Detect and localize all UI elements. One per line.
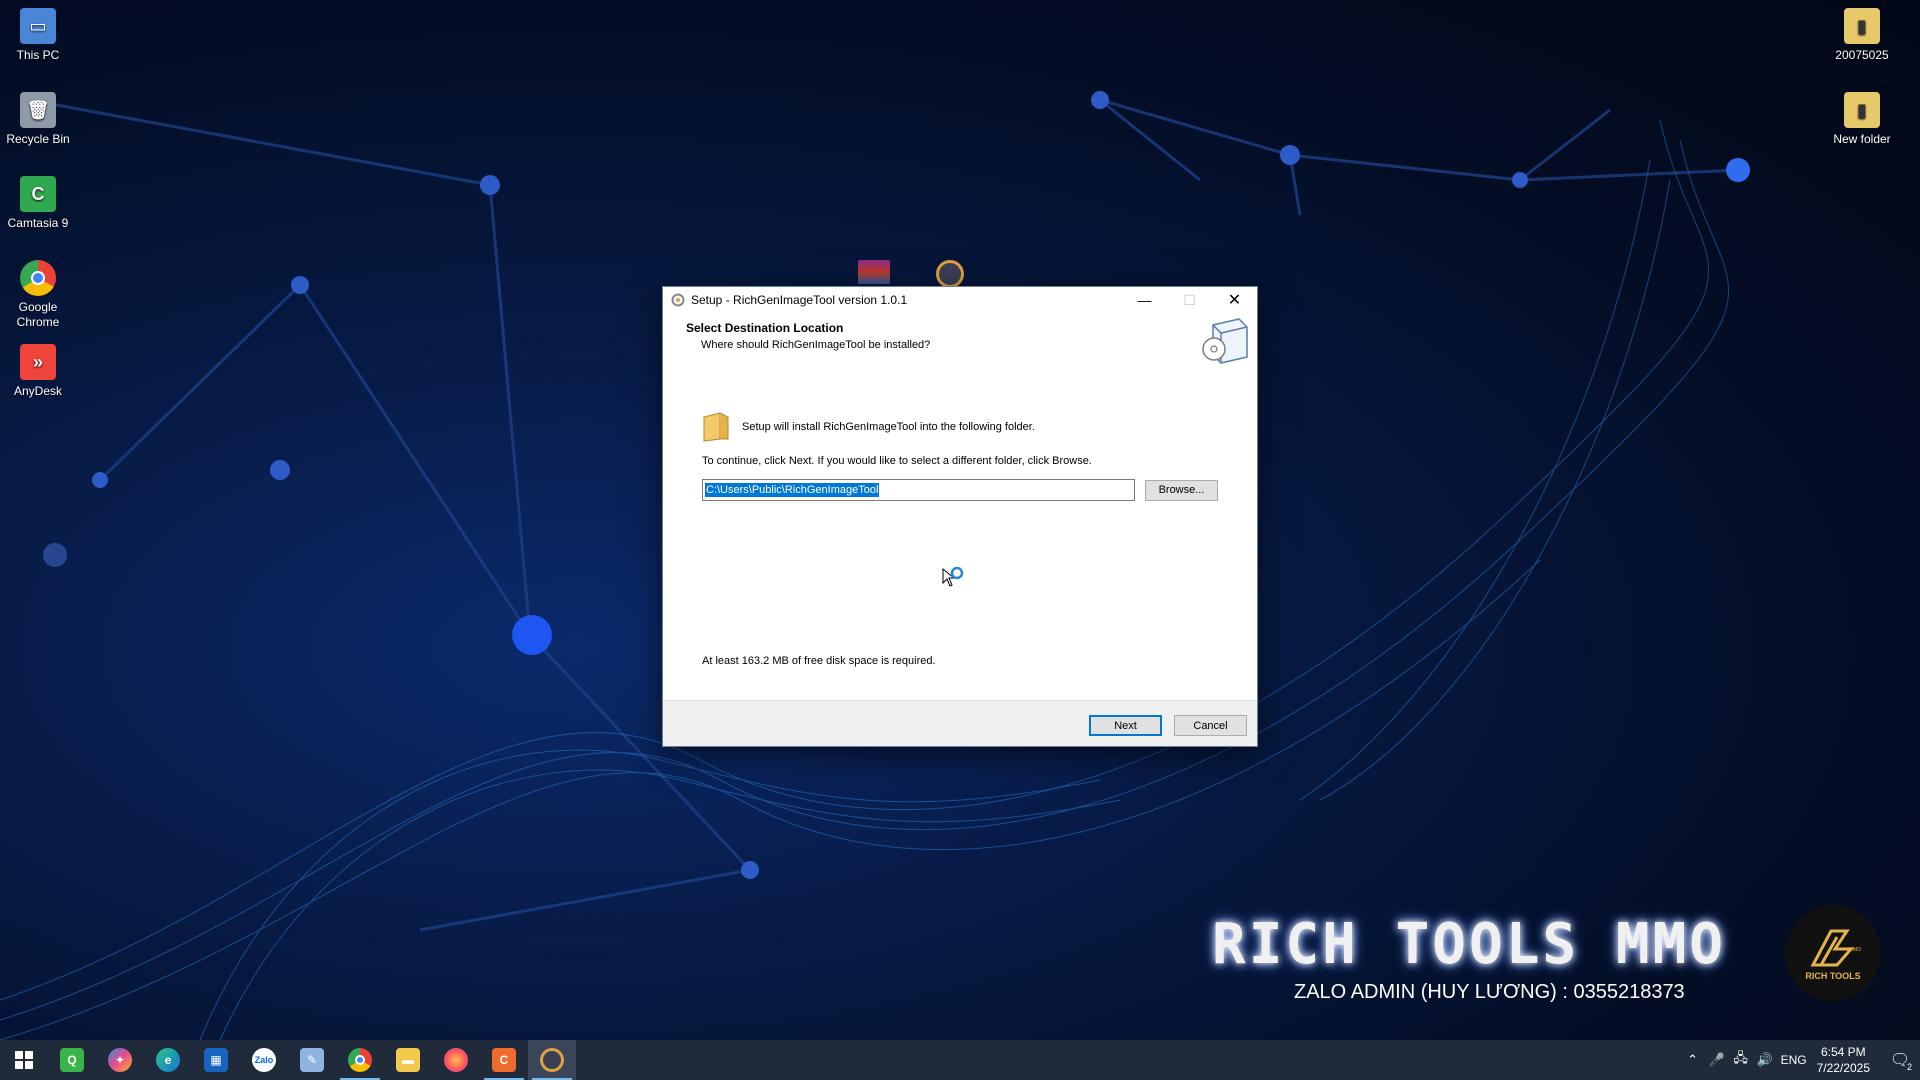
taskbar-camtasia[interactable]: C: [480, 1040, 528, 1080]
desktop-icon-this-pc[interactable]: ▭ This PC: [0, 8, 76, 63]
taskbar-edge[interactable]: e: [144, 1040, 192, 1080]
page-subtitle: Where should RichGenImageTool be install…: [701, 339, 931, 351]
desktop-icon-camtasia[interactable]: C Camtasia 9: [0, 176, 76, 231]
next-button[interactable]: Next: [1089, 715, 1162, 736]
continue-instructions: To continue, click Next. If you would li…: [702, 455, 1092, 467]
folder-icon: [703, 412, 729, 442]
desktop-icon-label: Google Chrome: [16, 300, 60, 329]
clock-date: 7/22/2025: [1816, 1061, 1870, 1075]
taskbar-chrome[interactable]: [336, 1040, 384, 1080]
disk-space-text: At least 163.2 MB of free disk space is …: [702, 655, 936, 667]
cancel-button[interactable]: Cancel: [1174, 715, 1247, 736]
wizard-body: Setup will install RichGenImageTool into…: [663, 381, 1257, 679]
destination-path-input[interactable]: C:\Users\Public\RichGenImageTool: [702, 479, 1135, 501]
network-icon[interactable]: 🖧: [1729, 1049, 1753, 1071]
desktop-icon-recycle-bin[interactable]: 🗑 Recycle Bin: [0, 92, 76, 147]
setup-icon[interactable]: [936, 260, 964, 288]
file-explorer-icon: ▬: [396, 1048, 420, 1072]
setup-icon: [540, 1048, 564, 1072]
desktop-icon-label: New folder: [1833, 132, 1891, 146]
desktop-icon-label: This PC: [16, 48, 60, 62]
taskbar-zalo[interactable]: Zalo: [240, 1040, 288, 1080]
this-pc-icon: ▭: [20, 8, 56, 44]
contact-watermark: ZALO ADMIN (HUY LƯƠNG) : 0355218373: [1294, 981, 1685, 1003]
language-indicator[interactable]: ENG: [1777, 1053, 1811, 1067]
desktop-icon-label: AnyDesk: [13, 384, 63, 398]
window-title: Setup - RichGenImageTool version 1.0.1: [691, 293, 908, 307]
rich-tools-logo: RICH TOOLS MMO: [1785, 905, 1881, 1001]
clock-time: 6:54 PM: [1820, 1045, 1866, 1059]
wizard-header: Select Destination Location Where should…: [663, 313, 1257, 381]
taskbar-notepad[interactable]: ✎: [288, 1040, 336, 1080]
close-button[interactable]: ✕: [1212, 287, 1257, 313]
desktop-icon-anydesk[interactable]: » AnyDesk: [0, 344, 76, 399]
desktop-icon-new-folder[interactable]: ▮ New folder: [1824, 92, 1900, 147]
desktop-icon-label: 20075025: [1835, 48, 1889, 62]
minimize-button[interactable]: —: [1122, 287, 1167, 313]
busy-cursor-icon: [942, 567, 964, 587]
recycle-bin-icon: 🗑: [20, 92, 56, 128]
browse-button[interactable]: Browse...: [1145, 479, 1218, 501]
brand-watermark: RICH TOOLS MMO: [1212, 912, 1727, 977]
setup-dialog: Setup - RichGenImageTool version 1.0.1 —…: [662, 286, 1258, 747]
maximize-button: ☐: [1183, 291, 1196, 308]
logo-small-text: MMO: [1848, 947, 1861, 953]
taskbar-firefox[interactable]: [432, 1040, 480, 1080]
chevron-up-icon[interactable]: ⌃: [1681, 1052, 1705, 1068]
clock[interactable]: 6:54 PM 7/22/2025: [1817, 1044, 1870, 1076]
notification-count-badge: 2: [1906, 1062, 1912, 1072]
title-bar[interactable]: Setup - RichGenImageTool version 1.0.1 —…: [663, 287, 1257, 313]
zalo-icon: Zalo: [252, 1048, 276, 1072]
zip-folder-icon: ▮: [1844, 8, 1880, 44]
copilot-icon: ✦: [108, 1048, 132, 1072]
install-box-icon: [1202, 318, 1248, 364]
system-tray: ⌃ 🎤 🖧 🔊 ENG 6:54 PM 7/22/2025 🗨 2: [1681, 1040, 1920, 1080]
volume-icon[interactable]: 🔊: [1753, 1052, 1777, 1068]
notification-center-button[interactable]: 🗨 2: [1880, 1040, 1920, 1080]
store-icon: ▦: [204, 1048, 228, 1072]
chrome-icon: [348, 1048, 372, 1072]
taskbar-qq[interactable]: Q: [48, 1040, 96, 1080]
chrome-icon: [20, 260, 56, 296]
edge-icon: e: [156, 1048, 180, 1072]
camtasia-icon: C: [20, 176, 56, 212]
anydesk-icon: »: [20, 344, 56, 380]
taskbar-store[interactable]: ▦: [192, 1040, 240, 1080]
qq-icon: Q: [60, 1048, 84, 1072]
desktop-icon-chrome[interactable]: Google Chrome: [0, 260, 76, 330]
desktop-icon-label: Recycle Bin: [6, 132, 70, 146]
desktop-icon-label: Camtasia 9: [7, 216, 69, 230]
winrar-icon[interactable]: [858, 260, 890, 284]
taskbar-setup[interactable]: [528, 1040, 576, 1080]
windows-start-icon: [15, 1051, 33, 1069]
zip-folder-icon: ▮: [1844, 92, 1880, 128]
camtasia-icon: C: [492, 1048, 516, 1072]
logo-label: RICH TOOLS: [1805, 971, 1861, 981]
destination-path-value: C:\Users\Public\RichGenImageTool: [705, 483, 880, 497]
microphone-icon[interactable]: 🎤: [1705, 1052, 1729, 1068]
taskbar: Q ✦ e ▦ Zalo ✎ ▬ C ⌃ 🎤 🖧 🔊 ENG 6:54 PM 7…: [0, 1040, 1920, 1080]
start-button[interactable]: [0, 1040, 48, 1080]
setup-app-icon: [671, 293, 685, 307]
taskbar-copilot[interactable]: ✦: [96, 1040, 144, 1080]
notepad-icon: ✎: [300, 1048, 324, 1072]
install-info-text: Setup will install RichGenImageTool into…: [742, 421, 1035, 433]
wizard-footer: Next Cancel: [663, 700, 1257, 746]
desktop-icon-20075025[interactable]: ▮ 20075025: [1824, 8, 1900, 63]
firefox-icon: [444, 1048, 468, 1072]
page-title: Select Destination Location: [686, 321, 844, 335]
taskbar-file-explorer[interactable]: ▬: [384, 1040, 432, 1080]
